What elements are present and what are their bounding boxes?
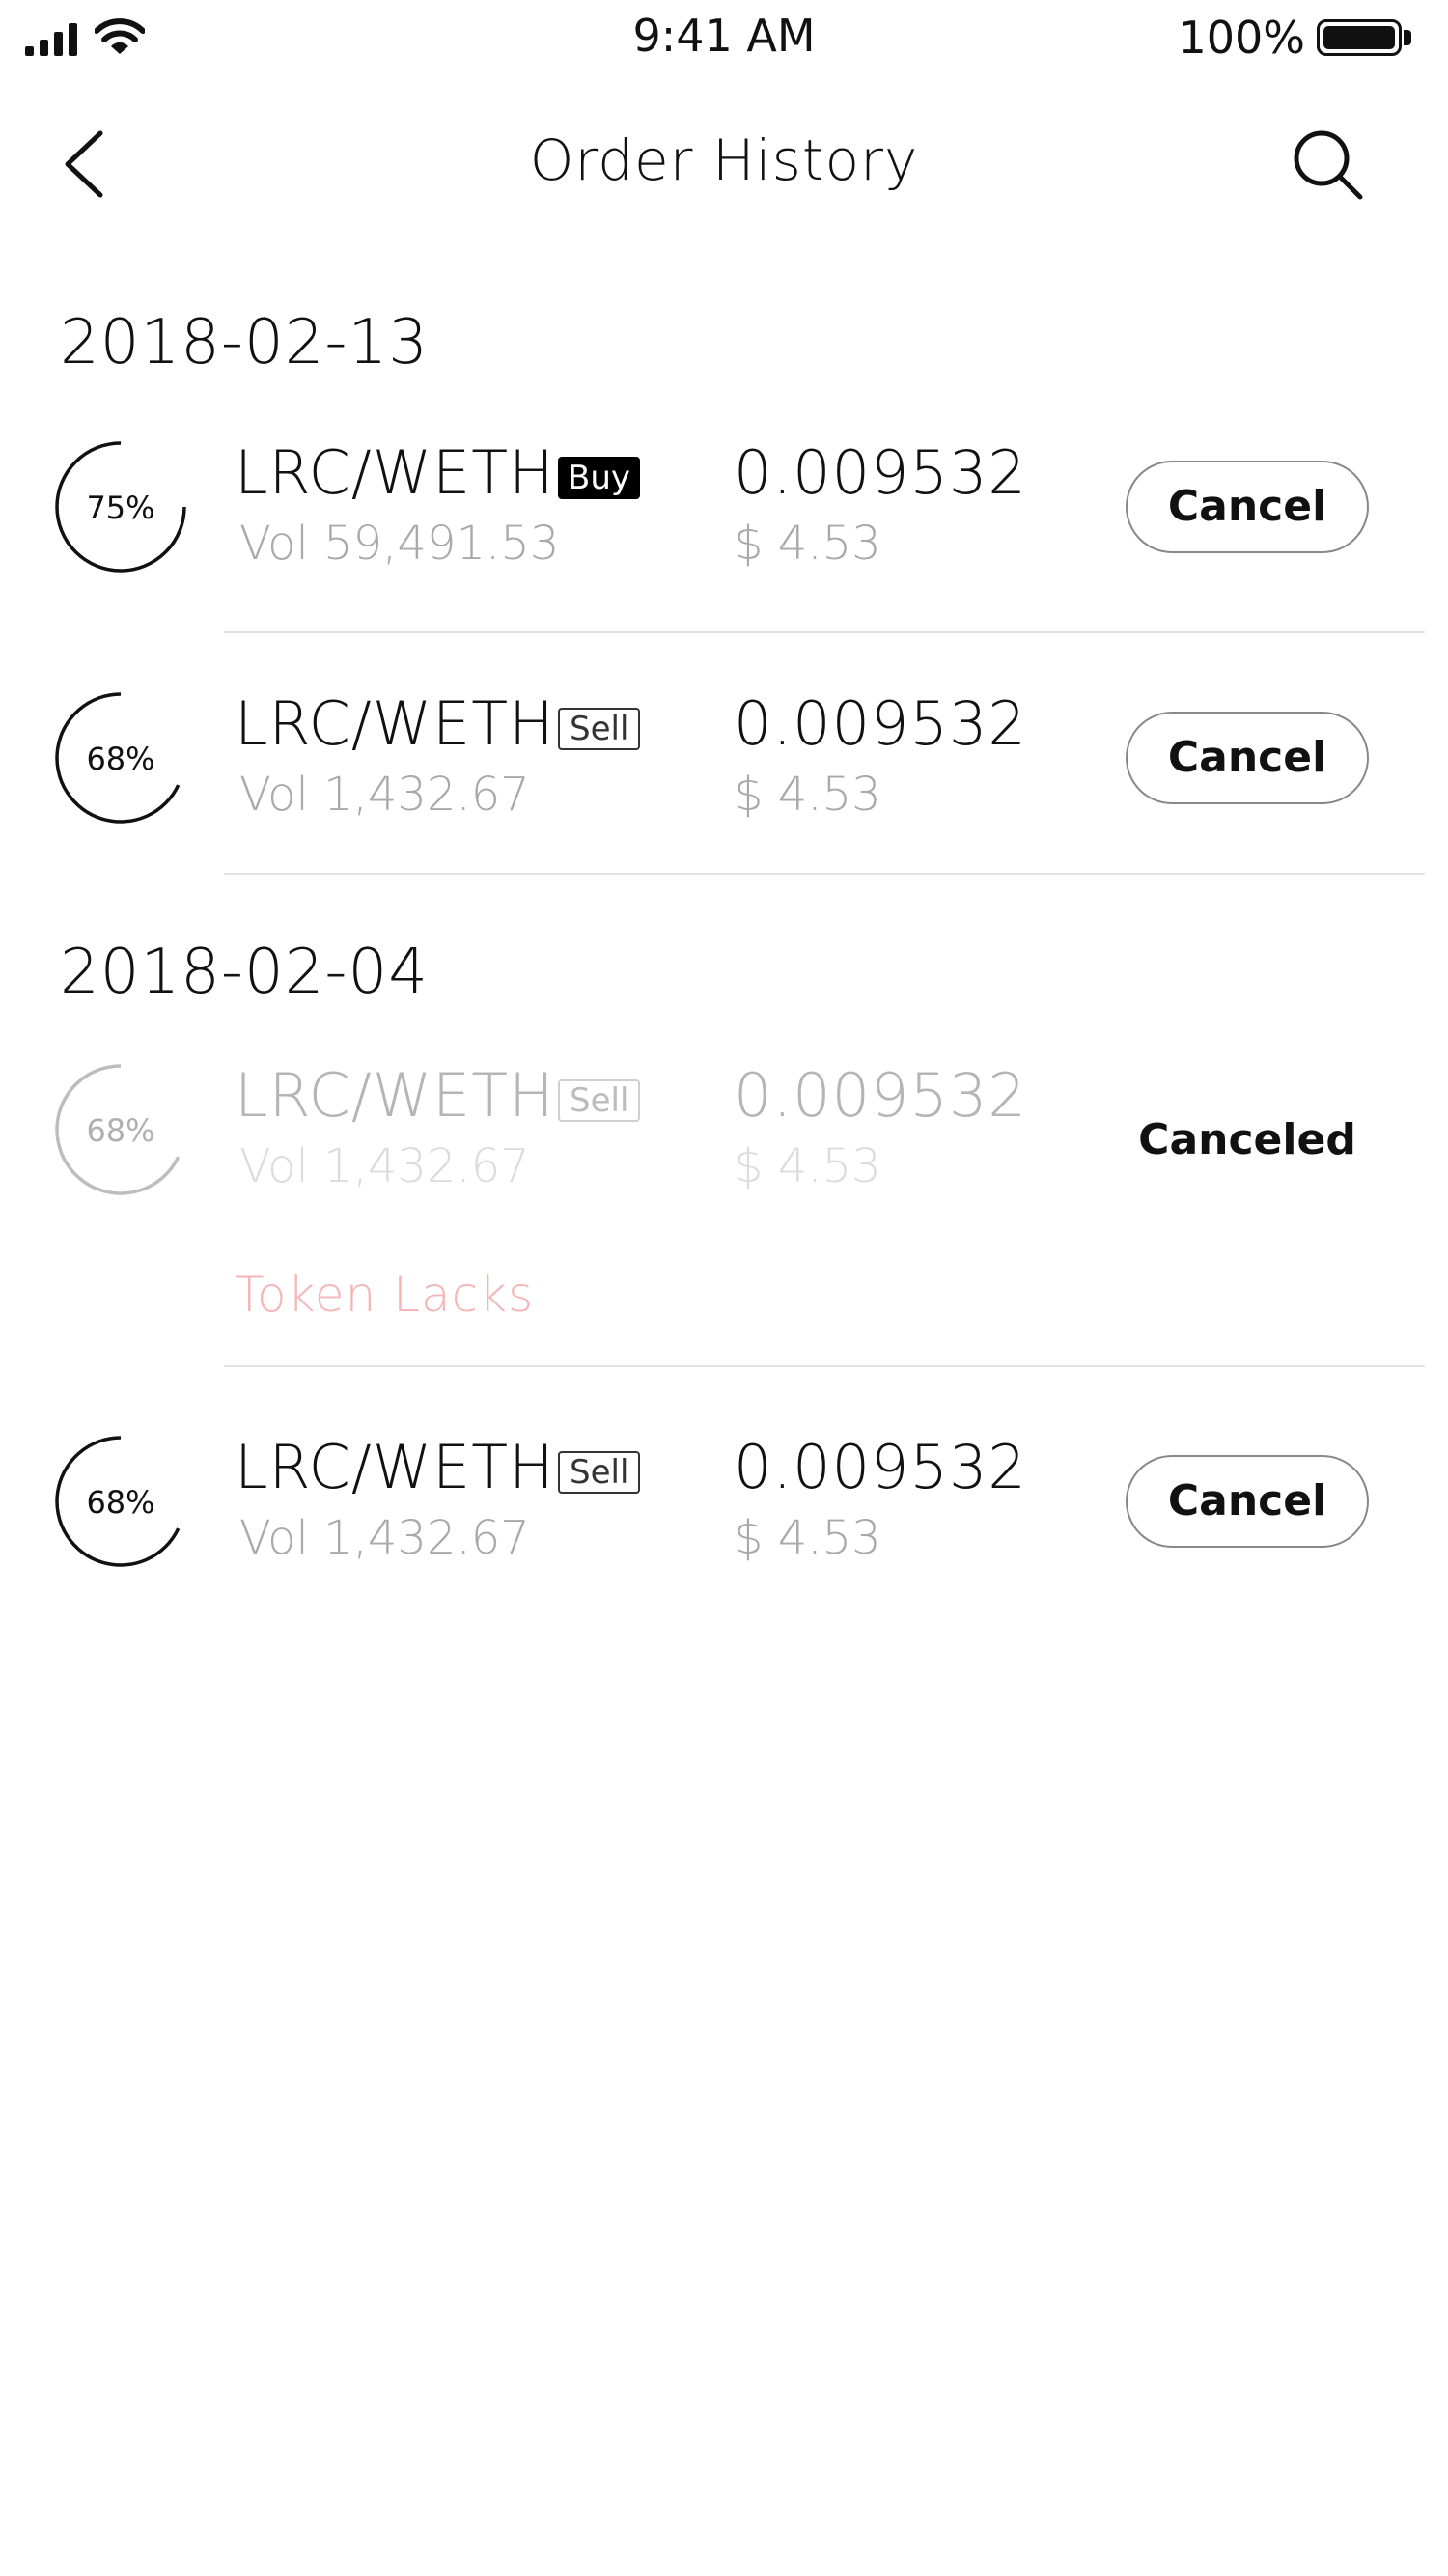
order-usd-value: $ 4.53 — [734, 1139, 881, 1193]
order-row-canceled[interactable]: 68% LRC/WETH Sell Vol 1,432.67 0.009532 … — [0, 1060, 1448, 1381]
fill-percent-label: 75% — [86, 490, 154, 526]
canceled-status: Canceled — [1138, 1115, 1356, 1164]
section-date: 2018-02-13 — [60, 307, 429, 378]
order-price: 0.009532 — [734, 688, 1027, 759]
fill-progress-ring: 75% — [55, 441, 186, 573]
order-row[interactable]: 68% LRC/WETH Sell Vol 1,432.67 0.009532 … — [0, 1424, 1448, 1632]
order-volume: Vol 1,432.67 — [239, 1511, 530, 1565]
battery-tip — [1404, 30, 1411, 45]
battery-icon — [1317, 19, 1402, 56]
order-row[interactable]: 75% LRC/WETH Buy Vol 59,491.53 0.009532 … — [0, 430, 1448, 637]
row-divider — [224, 873, 1425, 875]
row-divider — [224, 631, 1425, 633]
side-badge: Sell — [558, 1451, 641, 1494]
trading-pair: LRC/WETH — [235, 688, 555, 759]
cancel-button[interactable]: Cancel — [1126, 1455, 1369, 1548]
order-volume: Vol 1,432.67 — [239, 1139, 530, 1193]
fill-progress-ring: 68% — [55, 692, 181, 824]
order-price: 0.009532 — [734, 1432, 1027, 1502]
trading-pair: LRC/WETH — [235, 437, 555, 508]
status-bar: 9:41 AM 100% — [0, 0, 1448, 77]
page-title: Order History — [529, 127, 919, 193]
search-icon[interactable] — [1289, 126, 1366, 203]
order-price: 0.009532 — [734, 1060, 1027, 1131]
cancel-button[interactable]: Cancel — [1126, 712, 1369, 804]
side-badge: Buy — [558, 457, 640, 499]
order-row[interactable]: 68% LRC/WETH Sell Vol 1,432.67 0.009532 … — [0, 681, 1448, 888]
order-price: 0.009532 — [734, 437, 1027, 508]
order-usd-value: $ 4.53 — [734, 517, 881, 571]
battery-percent: 100% — [1178, 12, 1305, 64]
fill-percent-label: 68% — [86, 741, 154, 777]
order-usd-value: $ 4.53 — [734, 1511, 881, 1565]
trading-pair: LRC/WETH — [235, 1060, 555, 1131]
section-date: 2018-02-04 — [60, 937, 429, 1008]
order-volume: Vol 1,432.67 — [239, 768, 530, 822]
trading-pair: LRC/WETH — [235, 1432, 555, 1502]
fill-percent-label: 68% — [86, 1484, 154, 1521]
order-usd-value: $ 4.53 — [734, 768, 881, 822]
error-message: Token Lacks — [235, 1267, 535, 1323]
fill-percent-label: 68% — [86, 1112, 154, 1149]
side-badge: Sell — [558, 1079, 641, 1122]
cancel-button[interactable]: Cancel — [1126, 461, 1369, 553]
fill-progress-ring: 68% — [55, 1064, 181, 1195]
fill-progress-ring: 68% — [55, 1436, 181, 1567]
row-divider — [224, 1365, 1425, 1367]
side-badge: Sell — [558, 708, 641, 750]
order-volume: Vol 59,491.53 — [239, 517, 560, 571]
